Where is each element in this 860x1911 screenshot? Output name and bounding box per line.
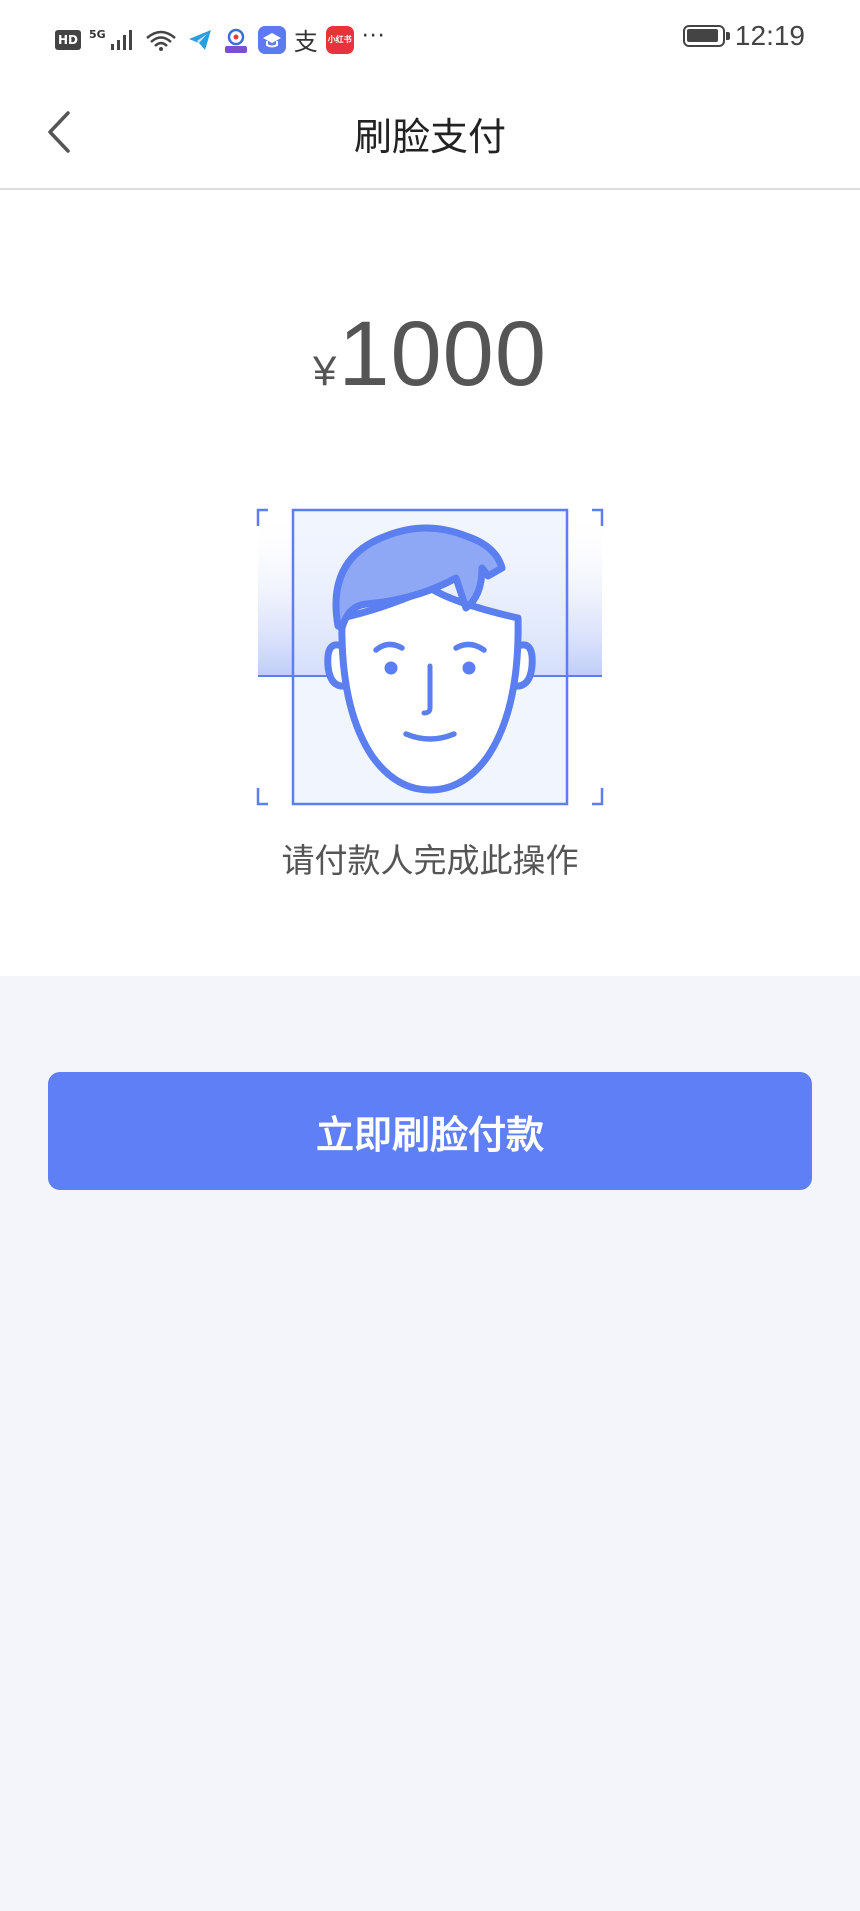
signal-icon	[110, 28, 136, 52]
battery-icon	[682, 25, 730, 47]
nav-bar: 刷脸支付	[0, 74, 860, 190]
eye-app-icon	[221, 25, 250, 54]
status-bar: HD 5G 支 小红书 ··· 12:19	[0, 0, 860, 74]
telegram-app-icon	[185, 25, 214, 54]
payment-panel: ¥1000 请付款人完成此操作	[0, 190, 860, 976]
payment-amount: ¥1000	[0, 302, 860, 407]
amount-value: 1000	[338, 303, 548, 405]
face-scan-icon	[256, 508, 604, 806]
hd-icon: HD	[55, 29, 81, 50]
education-app-icon	[257, 25, 286, 54]
screen: HD 5G 支 小红书 ··· 12:19 刷脸支付 ¥1000 请付款人完成此…	[0, 0, 860, 1911]
face-pay-button[interactable]: 立即刷脸付款	[48, 1072, 812, 1190]
status-icons-left: HD 5G 支 小红书 ···	[55, 22, 386, 57]
wifi-icon	[144, 28, 178, 52]
xiaohongshu-app-icon: 小红书	[325, 25, 354, 54]
alipay-icon: 支	[293, 28, 318, 56]
clock: 12:19	[734, 20, 805, 51]
currency-symbol: ¥	[312, 347, 337, 394]
page-title: 刷脸支付	[353, 115, 506, 159]
payer-hint: 请付款人完成此操作	[281, 841, 579, 880]
face-scan-frame	[256, 508, 604, 808]
status-icons-right: 12:19	[682, 20, 805, 52]
more-notifications-icon: ···	[361, 24, 386, 49]
network-type-label: 5G	[89, 28, 106, 41]
